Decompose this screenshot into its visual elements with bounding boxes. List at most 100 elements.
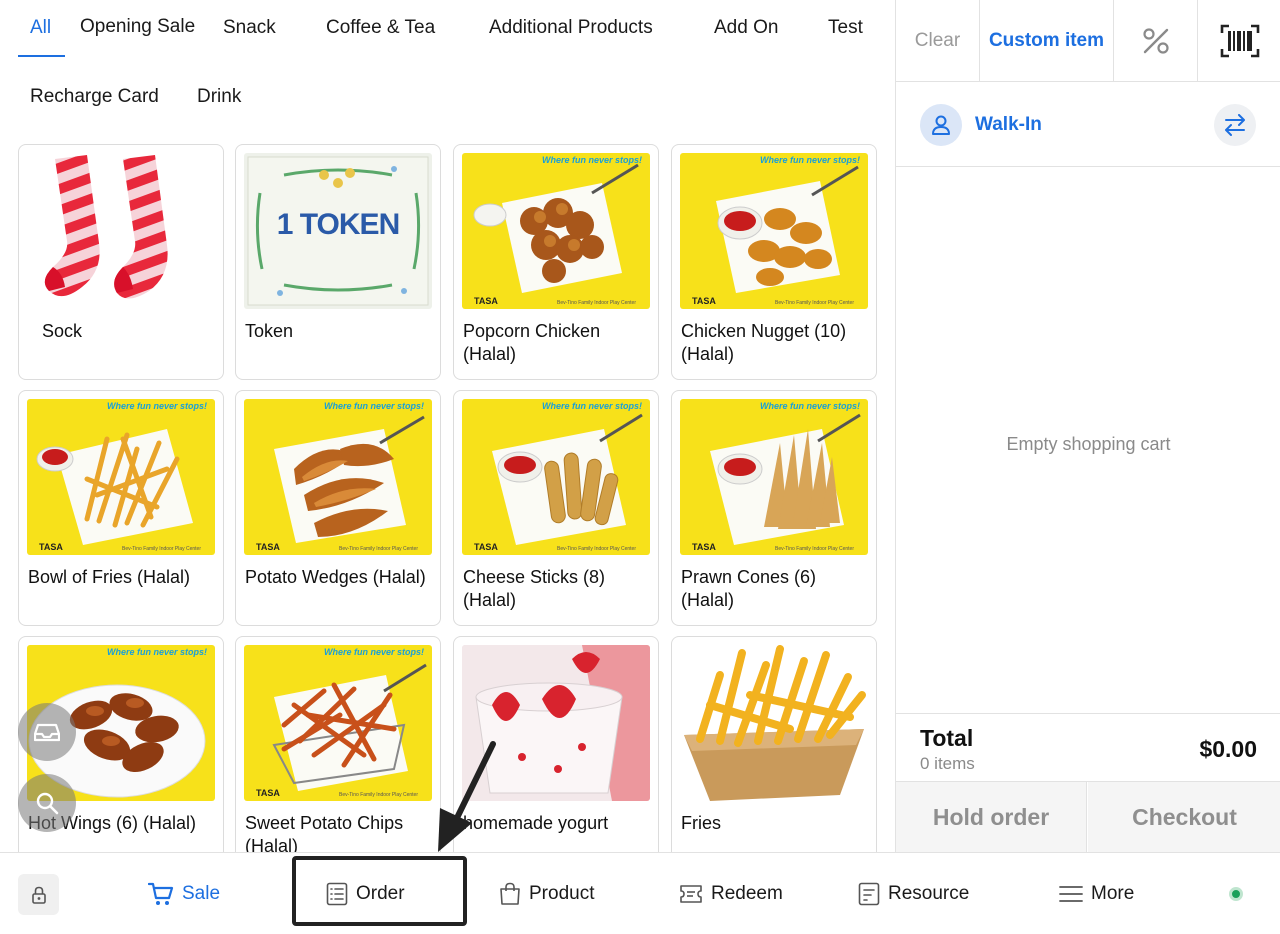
category-tab-drink[interactable]: Drink [197, 86, 241, 108]
image-fine-print: Bev-Tino Family Indoor Play Center [338, 792, 418, 798]
product-image [27, 153, 215, 309]
product-image: 1 TOKEN [244, 153, 432, 309]
pos-app: All Opening Sale Snack Coffee & Tea Addi… [0, 0, 1280, 934]
product-image: Where fun never stops! TASA Bev-Tino Fam… [244, 645, 432, 801]
image-tagline: Where fun never stops! [541, 155, 642, 165]
image-tagline: Where fun never stops! [323, 647, 424, 657]
category-tab-additional-products[interactable]: Additional Products [489, 17, 653, 39]
image-brand: TASA [256, 542, 280, 552]
order-list-icon [326, 882, 348, 906]
product-name: Bowl of Fries (Halal) [28, 567, 191, 587]
avatar [920, 104, 962, 146]
nav-resource[interactable]: Resource [858, 853, 969, 934]
ticket-icon [680, 885, 702, 903]
product-name: Chicken Nugget (10) (Halal) [681, 321, 847, 364]
customer-name[interactable]: Walk-In [975, 114, 1042, 136]
category-tab-add-on[interactable]: Add On [714, 17, 778, 39]
category-tab-opening-sale[interactable]: Opening Sale [80, 16, 195, 38]
product-card-prawn-cones[interactable]: Where fun never stops! TASA Bev-Tino Fam… [671, 390, 877, 626]
product-card-sock[interactable]: Sock [18, 144, 224, 380]
nav-product-label: Product [529, 883, 595, 904]
nav-product[interactable]: Product [499, 853, 594, 934]
barcode-scan-button[interactable] [1198, 0, 1280, 82]
custom-item-button[interactable]: Custom item [980, 0, 1114, 82]
nav-redeem[interactable]: Redeem [679, 853, 783, 934]
product-image [462, 645, 650, 801]
chicken-nugget-icon [716, 165, 859, 293]
lock-screen-button[interactable] [18, 874, 59, 915]
prawn-cones-icon [710, 413, 861, 545]
product-card-cheese-sticks[interactable]: Where fun never stops! TASA Bev-Tino Fam… [453, 390, 659, 626]
bottom-nav: Sale Order Product Redeem Resource More [0, 852, 1280, 934]
clear-button[interactable]: Clear [896, 0, 980, 82]
product-card-token[interactable]: 1 TOKEN Token [235, 144, 441, 380]
product-card-fries[interactable]: Fries [671, 636, 877, 852]
product-image: Where fun never stops! TASA Bev-Tino Fam… [244, 399, 432, 555]
popcorn-chicken-icon [473, 163, 639, 293]
percent-icon [1142, 27, 1169, 54]
product-card-bowl-of-fries[interactable]: Where fun never stops! TASA Bev-Tino Fam… [18, 390, 224, 626]
yogurt-icon [462, 645, 650, 801]
product-card-popcorn-chicken[interactable]: Where fun never stops! TASA Bev-Tino Fam… [453, 144, 659, 380]
category-tab-coffee-tea[interactable]: Coffee & Tea [326, 17, 435, 39]
image-fine-print: Bev-Tino Family Indoor Play Center [774, 300, 854, 306]
resource-doc-icon [858, 882, 880, 906]
search-products-button[interactable] [18, 774, 76, 832]
tray-icon [34, 723, 60, 742]
product-name: Sweet Potato Chips (Halal) [245, 813, 404, 852]
product-name: Potato Wedges (Halal) [245, 567, 426, 587]
image-brand: TASA [474, 296, 498, 306]
product-card-sweet-potato-chips[interactable]: Where fun never stops! TASA Bev-Tino Fam… [235, 636, 441, 852]
search-icon [36, 792, 59, 815]
product-image: Where fun never stops! TASA Bev-Tino Fam… [462, 399, 650, 555]
image-tagline: Where fun never stops! [323, 401, 424, 411]
sock-icon [44, 155, 168, 299]
nav-redeem-label: Redeem [711, 883, 783, 904]
sweet-potato-chips-icon [272, 663, 427, 791]
image-fine-print: Bev-Tino Family Indoor Play Center [121, 546, 201, 552]
product-area: All Opening Sale Snack Coffee & Tea Addi… [0, 0, 895, 852]
image-tagline: Where fun never stops! [541, 401, 642, 411]
fries-basket-icon [36, 429, 193, 545]
product-name: homemade yogurt [463, 813, 609, 833]
discount-button[interactable] [1114, 0, 1198, 82]
empty-cart-message: Empty shopping cart [1006, 434, 1171, 454]
product-name: Popcorn Chicken (Halal) [463, 321, 601, 364]
cart-totals: Total 0 items $0.00 [896, 713, 1280, 782]
product-card-chicken-nugget[interactable]: Where fun never stops! TASA Bev-Tino Fam… [671, 144, 877, 380]
total-label: Total [920, 725, 974, 751]
total-amount: $0.00 [1199, 736, 1257, 762]
image-brand: TASA [39, 542, 63, 552]
product-image: Where fun never stops! TASA Bev-Tino Fam… [27, 399, 215, 555]
product-name: Prawn Cones (6) (Halal) [681, 567, 817, 610]
active-tab-indicator [18, 55, 65, 57]
cash-drawer-button[interactable] [18, 703, 76, 761]
nav-sale[interactable]: Sale [148, 853, 220, 934]
category-tab-test[interactable]: Test [828, 17, 863, 39]
category-tab-all[interactable]: All [30, 17, 51, 39]
items-count: 0 items [920, 754, 975, 773]
cart-icon [148, 882, 174, 905]
token-image-text: 1 TOKEN [276, 208, 400, 241]
product-image [680, 645, 868, 801]
menu-icon [1059, 886, 1083, 902]
nav-sale-label: Sale [182, 883, 221, 904]
checkout-button[interactable]: Checkout [1088, 782, 1280, 852]
swap-arrows-icon [1225, 114, 1245, 136]
barcode-icon [1220, 24, 1259, 57]
nav-order[interactable]: Order [326, 853, 405, 934]
image-fine-print: Bev-Tino Family Indoor Play Center [338, 546, 418, 552]
category-tab-recharge-card[interactable]: Recharge Card [30, 86, 159, 108]
category-tab-snack[interactable]: Snack [223, 17, 276, 39]
customer-row[interactable]: Walk-In [896, 82, 1280, 167]
cheese-sticks-icon [492, 413, 643, 545]
switch-customer-button[interactable] [1214, 104, 1256, 146]
cart-panel: Clear Custom item Walk-In Empty shopping… [895, 0, 1280, 852]
image-fine-print: Bev-Tino Family Indoor Play Center [556, 300, 636, 306]
product-card-potato-wedges[interactable]: Where fun never stops! TASA Bev-Tino Fam… [235, 390, 441, 626]
nav-more[interactable]: More [1059, 853, 1134, 934]
image-brand: TASA [692, 296, 716, 306]
fries-tray-icon [684, 645, 866, 801]
hold-order-button[interactable]: Hold order [896, 782, 1087, 852]
product-card-homemade-yogurt[interactable]: homemade yogurt [453, 636, 659, 852]
